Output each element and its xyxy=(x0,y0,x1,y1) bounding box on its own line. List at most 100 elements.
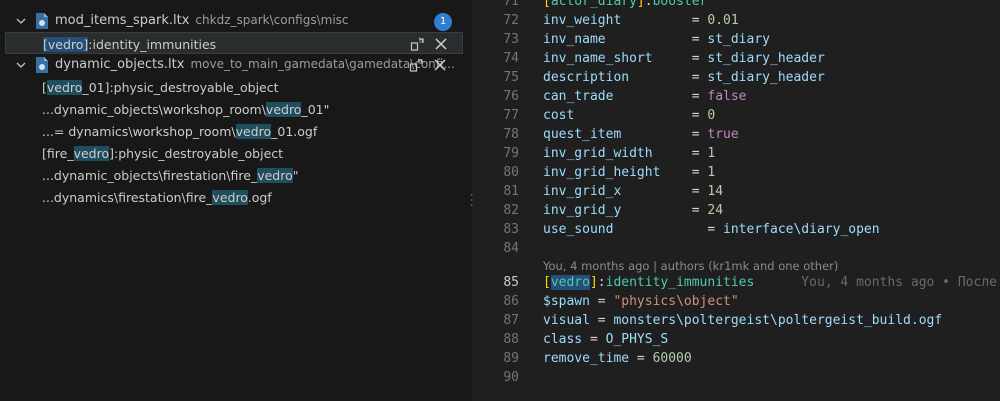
code-line[interactable]: inv_name = st_diary xyxy=(543,32,770,47)
code-token: = xyxy=(582,332,606,347)
code-token: inv_grid_width xyxy=(543,146,653,161)
search-match[interactable]: [fire_vedro]:physic_destroyable_object xyxy=(0,142,472,164)
search-match[interactable]: ...dynamic_objects\firestation\fire_vedr… xyxy=(0,164,472,186)
line-number: 79 xyxy=(503,146,519,161)
code-token: 1 xyxy=(707,165,716,180)
code-line[interactable]: inv_name_short = st_diary_header xyxy=(543,51,825,66)
code-line[interactable]: visual = monsters\poltergeist\poltergeis… xyxy=(543,313,942,328)
code-token: 0 xyxy=(707,108,716,123)
code-token: inv_name xyxy=(543,32,606,47)
code-token: = xyxy=(574,108,708,123)
code-token: identity_immunities xyxy=(605,275,755,290)
code-token: 1 xyxy=(707,146,716,161)
code-line[interactable]: remove_time = 60000 xyxy=(543,351,692,366)
line-number: 76 xyxy=(503,89,519,104)
code-token: st_diary_header xyxy=(707,70,825,85)
line-number: 84 xyxy=(503,241,519,256)
line-number: 72 xyxy=(503,13,519,28)
inline-blame: You, 4 months ago • После xyxy=(754,275,997,290)
code-line[interactable]: quest_item = true xyxy=(543,127,739,142)
code-line[interactable]: $spawn = "physics\object" xyxy=(543,294,739,309)
code-line[interactable]: [actor_diary]:booster xyxy=(543,0,707,9)
chevron-down-icon[interactable] xyxy=(14,14,28,28)
match-highlight: vedro xyxy=(73,146,110,161)
match-highlight: vedro xyxy=(235,124,272,139)
dismiss-icon[interactable] xyxy=(432,57,448,73)
code-line[interactable]: inv_grid_x = 14 xyxy=(543,184,723,199)
match-suffix: .ogf xyxy=(247,190,272,205)
file-group-dynamic-objects[interactable]: dynamic_objects.ltx move_to_main_gamedata… xyxy=(0,54,472,76)
line-number: 89 xyxy=(503,351,519,366)
match-highlight: vedro xyxy=(212,190,248,205)
line-number: 78 xyxy=(503,127,519,142)
code-token: = xyxy=(621,203,708,218)
code-token: $spawn xyxy=(543,294,590,309)
code-token: st_diary xyxy=(707,32,770,47)
code-token: [ xyxy=(543,275,551,290)
ltx-file-icon xyxy=(36,57,48,73)
replace-all-icon[interactable]: b xyxy=(409,57,425,73)
ltx-file-icon xyxy=(36,13,48,29)
code-token: description xyxy=(543,70,630,85)
code-line[interactable]: class = O_PHYS_S xyxy=(543,332,668,347)
code-editor[interactable]: 71 [actor_diary]:booster 72 inv_weight = 0.… xyxy=(474,0,1000,401)
code-line[interactable]: [vedro]:identity_immunities You, 4 month… xyxy=(543,275,997,290)
code-token: booster xyxy=(652,0,708,9)
code-token: = xyxy=(589,294,614,309)
line-number: 83 xyxy=(503,222,519,237)
code-line[interactable]: use_sound = interface\diary_open xyxy=(543,222,880,237)
code-token: = xyxy=(629,70,708,85)
match-highlight: [vedro] xyxy=(43,37,89,52)
splitter-handle[interactable] xyxy=(470,193,473,207)
search-match[interactable]: ...dynamic_objects\workshop_room\vedro_0… xyxy=(0,98,472,120)
code-token: actor_diary xyxy=(550,0,637,9)
chevron-down-icon[interactable] xyxy=(14,58,28,72)
code-token: inv_weight xyxy=(543,13,622,28)
match-suffix: _01" xyxy=(301,102,330,117)
search-match[interactable]: ...= dynamics\workshop_room\vedro_01.ogf xyxy=(0,120,472,142)
match-text: ...= dynamics\workshop_room\vedro_01.ogf xyxy=(42,124,317,139)
code-token: visual xyxy=(543,313,590,328)
match-text: ...dynamics\firestation\fire_vedro.ogf xyxy=(42,190,272,205)
code-token: = xyxy=(589,313,614,328)
line-number: 74 xyxy=(503,51,519,66)
match-suffix: _01]:physic_destroyable_object xyxy=(82,80,279,95)
match-prefix: ...dynamic_objects\firestation\fire_ xyxy=(42,168,258,183)
match-suffix: " xyxy=(292,168,299,183)
match-highlight: vedro xyxy=(257,168,293,183)
file-name: mod_items_spark.ltx chkdz_spark\configs\m… xyxy=(55,13,349,28)
match-text: [fire_vedro]:physic_destroyable_object xyxy=(42,146,283,161)
line-number: 77 xyxy=(503,108,519,123)
match-text: [vedro]:identity_immunities xyxy=(43,37,216,52)
code-token: = xyxy=(621,184,708,199)
line-number: 73 xyxy=(503,32,519,47)
svg-text:b: b xyxy=(419,38,423,45)
code-token: monsters\poltergeist\poltergeist_build.o… xyxy=(613,313,943,328)
code-line[interactable]: inv_grid_width = 1 xyxy=(543,146,715,161)
line-number: 90 xyxy=(503,370,519,385)
code-token: inv_grid_y xyxy=(543,203,622,218)
code-token: = xyxy=(652,51,708,66)
code-token: ] xyxy=(589,275,598,290)
replace-icon[interactable]: b xyxy=(410,36,426,52)
code-line[interactable]: inv_grid_y = 24 xyxy=(543,203,723,218)
match-highlight: vedro xyxy=(46,80,83,95)
search-match[interactable]: ...dynamics\firestation\fire_vedro.ogf xyxy=(0,186,472,208)
code-line[interactable]: cost = 0 xyxy=(543,108,715,123)
dismiss-icon[interactable] xyxy=(433,36,449,52)
code-token: 0.01 xyxy=(707,13,739,28)
file-group-mod-items-spark[interactable]: mod_items_spark.ltx chkdz_spark\configs\m… xyxy=(0,10,472,32)
code-line[interactable]: inv_weight = 0.01 xyxy=(543,13,739,28)
match-text: ...dynamic_objects\firestation\fire_vedr… xyxy=(42,168,298,183)
code-line[interactable]: inv_grid_height = 1 xyxy=(543,165,715,180)
code-line[interactable]: description = st_diary_header xyxy=(543,70,825,85)
git-blame-header[interactable]: You, 4 months ago | authors (kr1mk and o… xyxy=(543,259,838,273)
code-line[interactable]: can_trade = false xyxy=(543,89,747,104)
code-token: : xyxy=(597,275,606,290)
search-match-selected[interactable]: [vedro]:identity_immunities b xyxy=(5,32,463,54)
code-token: interface\diary_open xyxy=(723,222,880,237)
match-suffix: _01.ogf xyxy=(271,124,318,139)
search-results-panel: mod_items_spark.ltx chkdz_spark\configs\m… xyxy=(0,0,472,401)
search-match[interactable]: [vedro_01]:physic_destroyable_object xyxy=(0,76,472,98)
code-token: = xyxy=(652,146,708,161)
